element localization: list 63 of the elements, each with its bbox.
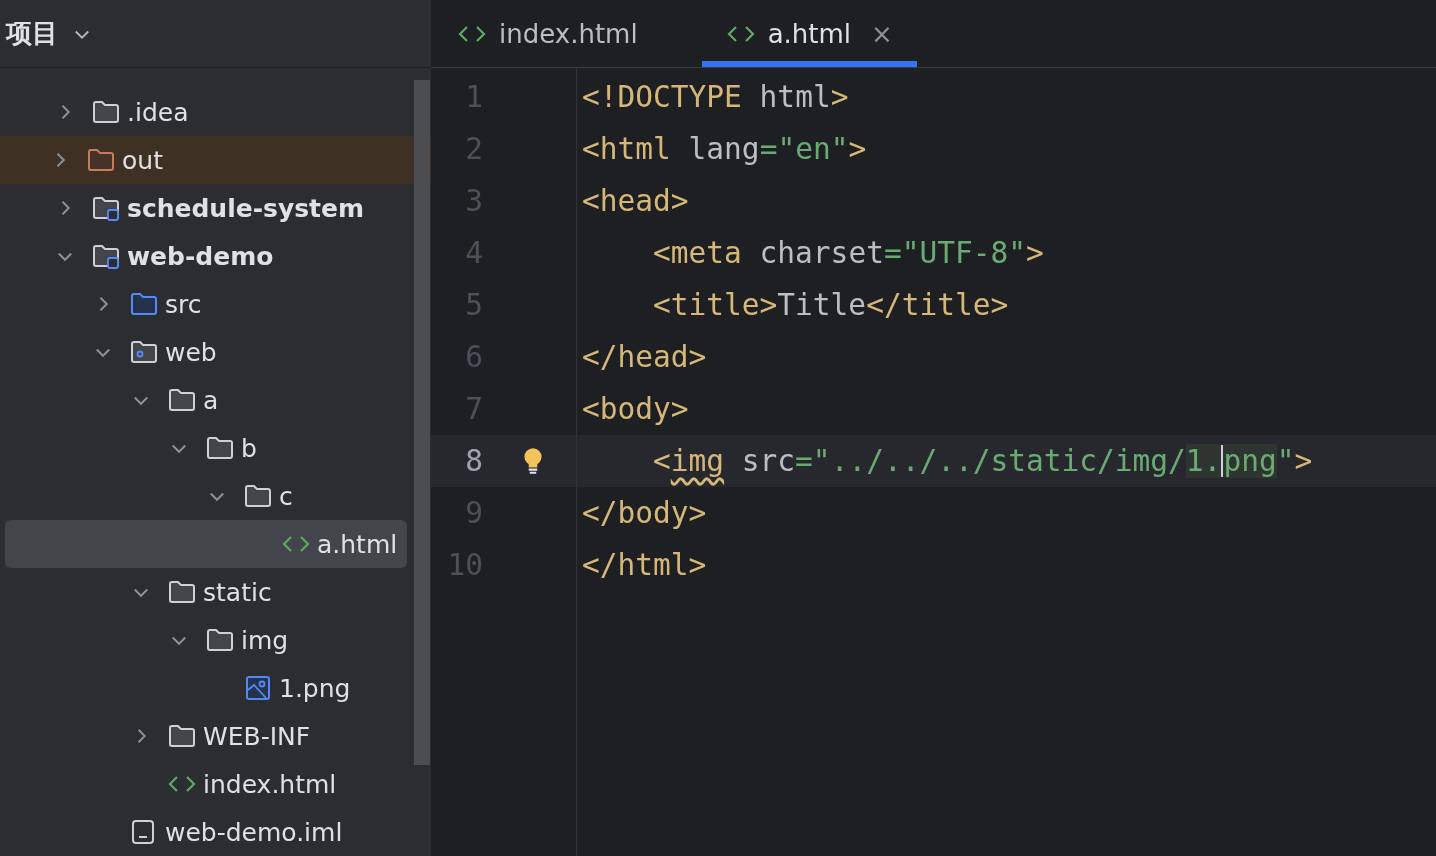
tree-item[interactable]: web <box>5 328 407 376</box>
code-string: ="../../../static/img/ <box>795 444 1186 478</box>
tree-item[interactable]: img <box>5 616 407 664</box>
highlighted-code: png <box>1223 444 1277 478</box>
folder-icon <box>91 195 121 221</box>
tree-item[interactable]: src <box>5 280 407 328</box>
tree-item[interactable]: a <box>5 376 407 424</box>
folder-icon <box>129 339 159 365</box>
folder-icon <box>205 435 235 461</box>
tree-item[interactable]: b <box>5 424 407 472</box>
code-attribute: lang <box>688 132 760 166</box>
tree-item[interactable]: static <box>5 568 407 616</box>
code-tag: <meta <box>653 236 760 270</box>
folder-icon <box>91 99 121 125</box>
folder-icon <box>167 723 197 749</box>
code-tag: <title> <box>653 288 778 322</box>
lightbulb-icon[interactable] <box>521 446 544 476</box>
tree-item[interactable]: out <box>0 136 431 184</box>
code-tag: < <box>653 444 671 478</box>
code-tag: </title> <box>866 288 1009 322</box>
code-string: ="UTF-8" <box>883 236 1026 270</box>
editor-tab[interactable]: index.html <box>453 0 662 67</box>
code-tag: <body> <box>582 392 689 426</box>
code-tag: </body> <box>582 496 707 530</box>
tree-item[interactable]: index.html <box>5 760 407 808</box>
close-tab-button[interactable]: × <box>871 18 893 49</box>
panel-title[interactable]: 项目 <box>6 16 58 51</box>
code-string: " <box>1276 444 1295 478</box>
code-tag: > <box>848 132 867 166</box>
code-attribute: html <box>759 80 831 114</box>
tree-item[interactable]: web-demo <box>5 232 407 280</box>
folder-icon <box>205 627 235 653</box>
code-tag: <html <box>582 132 689 166</box>
tree-item[interactable]: 1.png <box>5 664 407 712</box>
folder-icon <box>167 579 197 605</box>
line-number: 8 <box>464 444 483 478</box>
tree-item[interactable]: schedule-system <box>5 184 407 232</box>
scrollbar[interactable] <box>414 80 430 765</box>
code-string: ="en" <box>759 132 849 166</box>
editor-tab[interactable]: a.html × <box>701 0 917 67</box>
code-tag: </html> <box>582 548 707 582</box>
code-attribute: charset <box>759 236 884 270</box>
code-tag: </head> <box>582 340 707 374</box>
code-text: Title <box>777 288 867 322</box>
folder-icon <box>129 291 159 317</box>
folder-icon <box>86 147 116 173</box>
folder-icon <box>167 387 197 413</box>
folder-icon <box>91 243 121 269</box>
code-tag: <!DOCTYPE <box>582 80 760 114</box>
image-file-icon <box>243 675 273 701</box>
highlighted-code: 1. <box>1185 444 1222 478</box>
tree-item[interactable]: .idea <box>5 88 407 136</box>
code-attribute: src <box>740 444 796 478</box>
tree-item[interactable]: c <box>5 472 407 520</box>
code-tag: > <box>1294 444 1313 478</box>
selected-tree-item[interactable]: a.html <box>5 520 407 568</box>
code-tag: <head> <box>582 184 689 218</box>
code-tag: > <box>1026 236 1044 270</box>
code-tag: img <box>670 444 725 478</box>
folder-icon <box>243 483 273 509</box>
tree-item[interactable]: web-demo.iml <box>5 808 407 856</box>
code-tag: > <box>830 80 849 114</box>
tree-item[interactable]: WEB-INF <box>5 712 407 760</box>
